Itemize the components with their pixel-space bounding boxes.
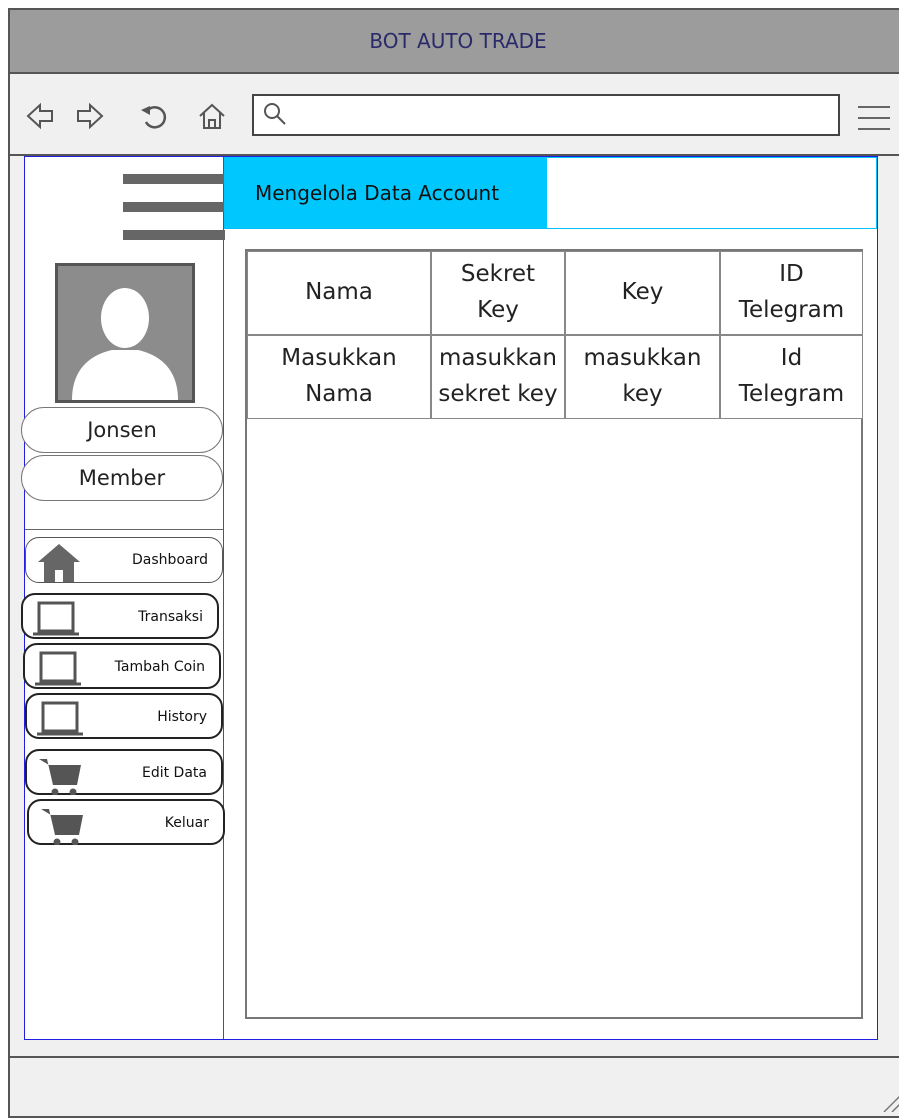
table-header-cell: ID Telegram [720, 251, 863, 335]
sidebar-item-label: Edit Data [142, 765, 207, 781]
status-bar [10, 1056, 899, 1116]
search-icon [264, 103, 286, 125]
app-content: Jonsen Member Dashboard Transaksi Tambah… [21, 156, 878, 1040]
search-input[interactable] [294, 98, 833, 134]
sidebar-item-dashboard[interactable]: Dashboard [25, 537, 223, 583]
user-name: Jonsen [21, 407, 223, 453]
forward-icon[interactable] [74, 100, 106, 132]
laptop-icon [35, 651, 81, 686]
sidebar-item-label: Transaksi [138, 609, 203, 625]
page-header: Mengelola Data Account [224, 157, 877, 229]
hamburger-menu-icon[interactable] [858, 104, 890, 132]
sidebar: Jonsen Member Dashboard Transaksi Tambah… [21, 157, 225, 1039]
table-header-cell: Key [565, 251, 720, 335]
account-table: Nama Sekret Key Key ID Telegram Masukkan… [245, 249, 863, 1019]
sidebar-item-tambah-coin[interactable]: Tambah Coin [23, 643, 221, 689]
table-header-cell: Sekret Key [431, 251, 565, 335]
secret-key-input-cell[interactable]: masukkan sekret key [431, 335, 565, 419]
window-title: BOT AUTO TRADE [369, 29, 547, 53]
reload-icon[interactable] [138, 100, 170, 132]
title-bar: BOT AUTO TRADE [10, 10, 899, 74]
sidebar-item-keluar[interactable]: Keluar [27, 799, 225, 845]
browser-navbar [10, 74, 899, 156]
home-icon [38, 544, 80, 582]
resize-grip-icon[interactable] [880, 1090, 899, 1112]
laptop-icon [37, 701, 83, 736]
name-input-cell[interactable]: Masukkan Nama [247, 335, 431, 419]
sidebar-item-label: Tambah Coin [114, 659, 205, 675]
table-header-cell: Nama [247, 251, 431, 335]
sidebar-item-label: History [157, 709, 207, 725]
page-title: Mengelola Data Account [225, 158, 547, 228]
sidebar-item-edit-data[interactable]: Edit Data [25, 749, 223, 795]
sidebar-item-transaksi[interactable]: Transaksi [21, 593, 219, 639]
cart-icon [41, 809, 83, 845]
user-role: Member [21, 455, 223, 501]
search-field[interactable] [252, 94, 840, 136]
sidebar-divider [25, 529, 223, 530]
sidebar-item-label: Dashboard [132, 552, 208, 568]
key-input-cell[interactable]: masukkan key [565, 335, 720, 419]
sidebar-toggle-icon[interactable] [123, 174, 225, 244]
sidebar-item-label: Keluar [164, 815, 209, 831]
cart-icon [39, 759, 81, 795]
avatar [55, 263, 195, 403]
back-icon[interactable] [24, 100, 56, 132]
home-nav-icon[interactable] [196, 100, 228, 132]
sidebar-item-history[interactable]: History [25, 693, 223, 739]
laptop-icon [33, 601, 79, 636]
telegram-id-input-cell[interactable]: Id Telegram [720, 335, 863, 419]
